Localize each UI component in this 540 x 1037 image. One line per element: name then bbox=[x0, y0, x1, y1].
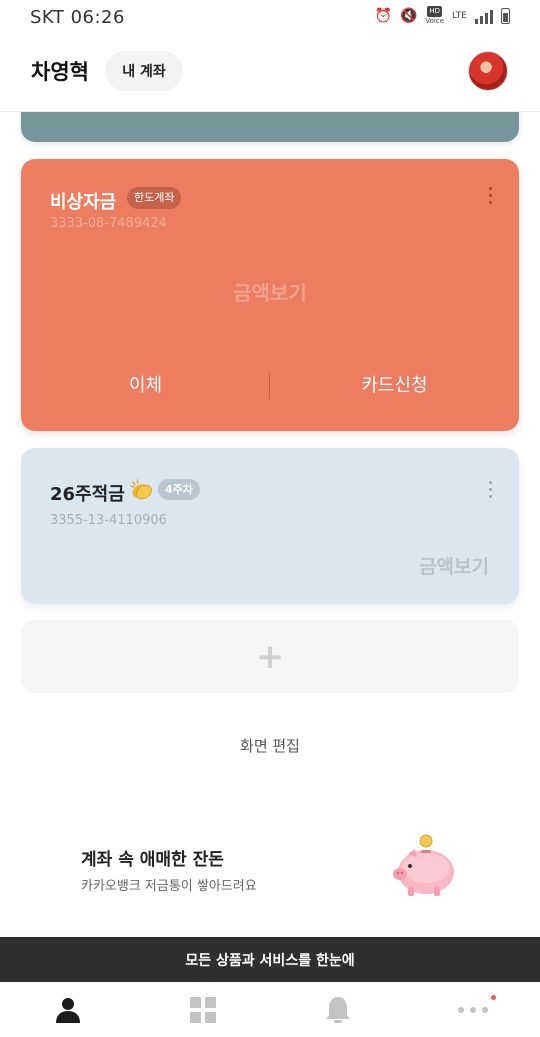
clapping-hands-icon bbox=[130, 479, 152, 500]
nav-tab-more[interactable] bbox=[405, 982, 540, 1037]
mute-icon: 🔇 bbox=[399, 8, 418, 24]
account-card-emergency[interactable]: 비상자금 한도계좌 3333-08-7489424 금액보기 이체 카드신청 bbox=[21, 159, 519, 431]
my-account-button[interactable]: 내 계좌 bbox=[105, 51, 183, 91]
alarm-icon: ⏰ bbox=[374, 8, 392, 24]
add-account-button[interactable]: + bbox=[21, 620, 519, 693]
account-badge: 한도계좌 bbox=[127, 187, 182, 209]
edit-screen-button[interactable]: 화면 편집 bbox=[0, 735, 540, 756]
account-name: 비상자금 bbox=[50, 192, 117, 213]
grid-icon bbox=[189, 996, 216, 1023]
services-banner[interactable]: 모든 상품과 서비스를 한눈에 bbox=[0, 937, 540, 982]
show-balance-button[interactable]: 금액보기 bbox=[21, 277, 519, 306]
more-options-icon[interactable] bbox=[487, 481, 493, 498]
account-name: 26주적금 bbox=[50, 484, 125, 505]
piggy-bank-icon[interactable] bbox=[388, 832, 460, 902]
nav-tab-services[interactable] bbox=[135, 982, 270, 1037]
status-carrier-time: SKT 06:26 bbox=[30, 6, 125, 28]
person-icon bbox=[55, 997, 80, 1023]
more-options-icon[interactable] bbox=[487, 187, 493, 204]
volte-icon: HD Voice bbox=[425, 6, 445, 25]
app-header: 차영혁 내 계좌 bbox=[0, 34, 540, 112]
bell-icon bbox=[325, 996, 350, 1023]
account-card-savings[interactable]: 26주적금 4주차 3355-13-4110906 금액보기 bbox=[21, 448, 519, 604]
account-number: 3333-08-7489424 bbox=[50, 216, 167, 231]
account-number: 3355-13-4110906 bbox=[50, 513, 167, 528]
signal-icon bbox=[475, 8, 493, 24]
card-apply-button[interactable]: 카드신청 bbox=[270, 371, 519, 401]
avatar[interactable] bbox=[468, 51, 508, 91]
bottom-nav bbox=[0, 982, 540, 1037]
card-actions: 이체 카드신청 bbox=[21, 371, 519, 401]
transfer-button[interactable]: 이체 bbox=[21, 371, 270, 401]
battery-icon bbox=[501, 8, 510, 24]
action-divider bbox=[269, 373, 270, 399]
nav-tab-profile[interactable] bbox=[0, 982, 135, 1037]
week-badge: 4주차 bbox=[158, 479, 200, 500]
plus-icon: + bbox=[255, 636, 285, 677]
promo-title[interactable]: 계좌 속 애매한 잔돈 bbox=[81, 845, 224, 870]
status-icons: ⏰ 🔇 HD Voice LTE bbox=[375, 6, 510, 26]
notification-dot bbox=[491, 995, 496, 1000]
status-bar: SKT 06:26 ⏰ 🔇 HD Voice LTE bbox=[0, 0, 540, 34]
promo-subtitle[interactable]: 카카오뱅크 저금통이 쌓아드려요 bbox=[81, 875, 257, 894]
show-balance-button[interactable]: 금액보기 bbox=[419, 552, 489, 579]
lte-icon: LTE bbox=[452, 10, 467, 21]
more-icon bbox=[457, 1006, 488, 1013]
user-name: 차영혁 bbox=[31, 60, 89, 84]
nav-tab-notifications[interactable] bbox=[270, 982, 405, 1037]
